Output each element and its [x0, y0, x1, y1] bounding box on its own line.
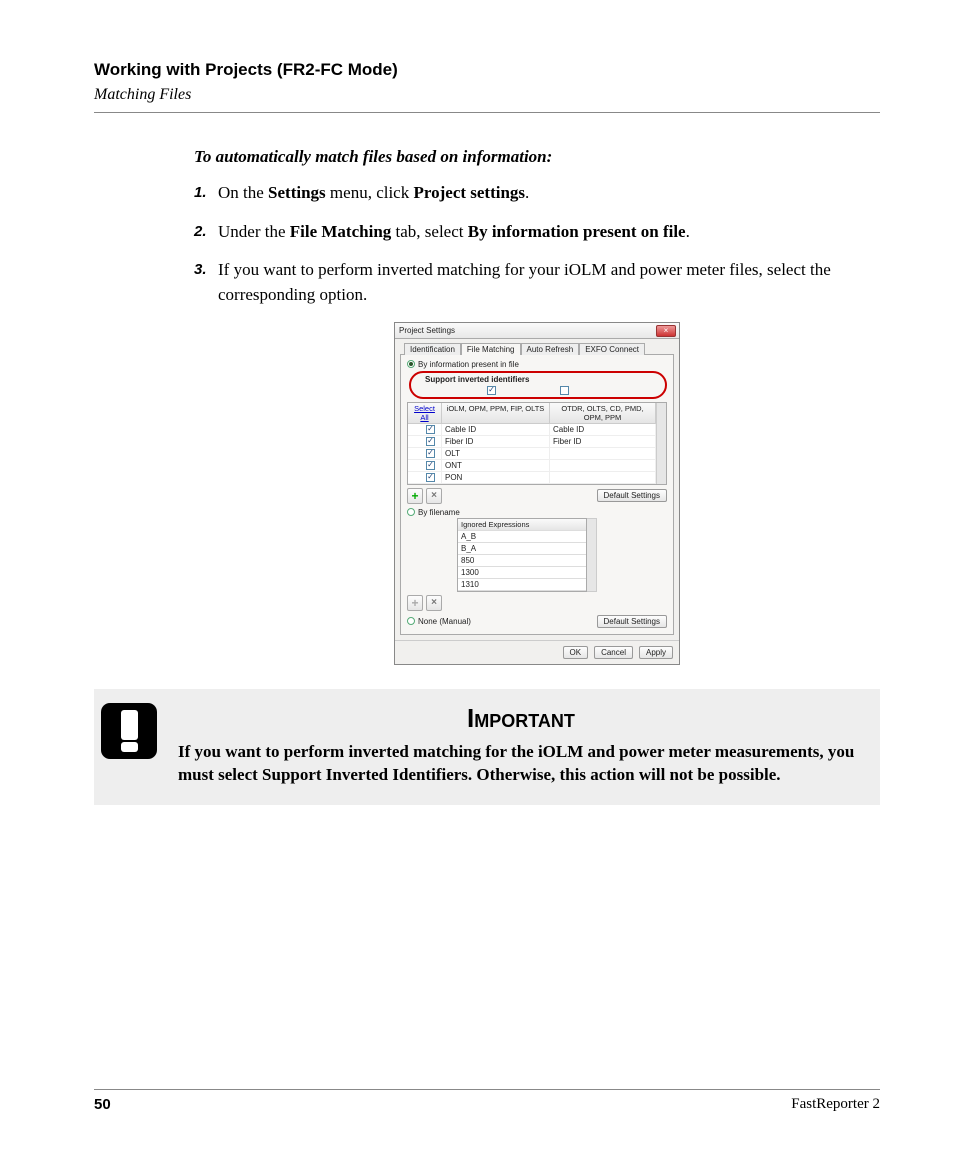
header-divider — [94, 112, 880, 113]
cancel-button[interactable]: Cancel — [594, 646, 633, 659]
dialog-title: Project Settings — [399, 326, 455, 335]
step-number: 1. — [194, 181, 218, 206]
tab-exfo-connect[interactable]: EXFO Connect — [579, 343, 645, 355]
identifiers-grid: SelectAll iOLM, OPM, PPM, FIP, OLTS OTDR… — [407, 402, 667, 485]
inverted-checkbox-right[interactable] — [560, 386, 569, 395]
important-note: Important If you want to perform inverte… — [94, 689, 880, 806]
add-button-disabled: + — [407, 595, 423, 611]
list-item: 1310 — [458, 579, 586, 591]
row-checkbox[interactable] — [426, 425, 435, 434]
step-text: . — [686, 222, 690, 241]
scrollbar[interactable] — [656, 403, 666, 484]
radio-by-information[interactable] — [407, 360, 415, 368]
add-button[interactable]: + — [407, 488, 423, 504]
step-bold: Project settings — [413, 183, 525, 202]
step-2: 2. Under the File Matching tab, select B… — [194, 220, 880, 245]
grid-header-select[interactable]: SelectAll — [408, 403, 442, 424]
grid-header-col1: iOLM, OPM, PPM, FIP, OLTS — [442, 403, 550, 424]
row-checkbox[interactable] — [426, 461, 435, 470]
tab-identification[interactable]: Identification — [404, 343, 461, 355]
radio-label: None (Manual) — [418, 617, 471, 626]
row-checkbox[interactable] — [426, 437, 435, 446]
default-settings-button[interactable]: Default Settings — [597, 489, 667, 502]
project-settings-dialog: Project Settings × Identification File M… — [394, 322, 680, 665]
important-title: Important — [178, 703, 864, 734]
callout-highlight: Support inverted identifiers — [409, 371, 667, 399]
table-row: PON — [408, 472, 656, 484]
page-footer: 50 FastReporter 2 — [94, 1089, 880, 1113]
section-title: Matching Files — [94, 86, 880, 104]
page-number: 50 — [94, 1096, 111, 1113]
table-row: OLT — [408, 448, 656, 460]
important-text: If you want to perform inverted matching… — [178, 740, 864, 788]
close-button[interactable]: × — [656, 325, 676, 337]
radio-label: By information present in file — [418, 360, 519, 369]
table-row: Fiber IDFiber ID — [408, 436, 656, 448]
step-text: tab, select — [391, 222, 467, 241]
tab-auto-refresh[interactable]: Auto Refresh — [521, 343, 580, 355]
ignored-header: Ignored Expressions — [458, 519, 586, 531]
exclamation-icon — [101, 703, 157, 759]
scrollbar[interactable] — [587, 518, 597, 592]
inverted-identifiers-label: Support inverted identifiers — [415, 375, 661, 384]
step-bold: File Matching — [290, 222, 392, 241]
table-row: Cable IDCable ID — [408, 424, 656, 436]
remove-button-disabled: × — [426, 595, 442, 611]
step-text: If you want to perform inverted matching… — [218, 258, 880, 307]
radio-by-filename[interactable] — [407, 508, 415, 516]
step-1: 1. On the Settings menu, click Project s… — [194, 181, 880, 206]
step-text: Under the — [218, 222, 290, 241]
list-item: B_A — [458, 543, 586, 555]
list-item: A_B — [458, 531, 586, 543]
product-name: FastReporter 2 — [791, 1096, 880, 1113]
tab-file-matching[interactable]: File Matching — [461, 343, 521, 355]
step-text: . — [525, 183, 529, 202]
chapter-title: Working with Projects (FR2-FC Mode) — [94, 60, 880, 80]
step-3: 3. If you want to perform inverted match… — [194, 258, 880, 307]
step-bold: By information present on file — [468, 222, 686, 241]
remove-button[interactable]: × — [426, 488, 442, 504]
row-checkbox[interactable] — [426, 449, 435, 458]
row-checkbox[interactable] — [426, 473, 435, 482]
ignored-expressions-list: Ignored Expressions A_B B_A 850 1300 131… — [457, 518, 587, 592]
list-item: 850 — [458, 555, 586, 567]
step-text: On the — [218, 183, 268, 202]
step-text: menu, click — [326, 183, 414, 202]
step-number: 2. — [194, 220, 218, 245]
radio-none-manual[interactable] — [407, 617, 415, 625]
step-number: 3. — [194, 258, 218, 307]
radio-label: By filename — [418, 508, 460, 517]
procedure-heading: To automatically match files based on in… — [194, 147, 880, 167]
default-settings-button-2[interactable]: Default Settings — [597, 615, 667, 628]
grid-header-col2: OTDR, OLTS, CD, PMD, OPM, PPM — [550, 403, 656, 424]
step-bold: Settings — [268, 183, 326, 202]
ok-button[interactable]: OK — [563, 646, 589, 659]
apply-button[interactable]: Apply — [639, 646, 673, 659]
list-item: 1300 — [458, 567, 586, 579]
inverted-checkbox-left[interactable] — [487, 386, 496, 395]
table-row: ONT — [408, 460, 656, 472]
